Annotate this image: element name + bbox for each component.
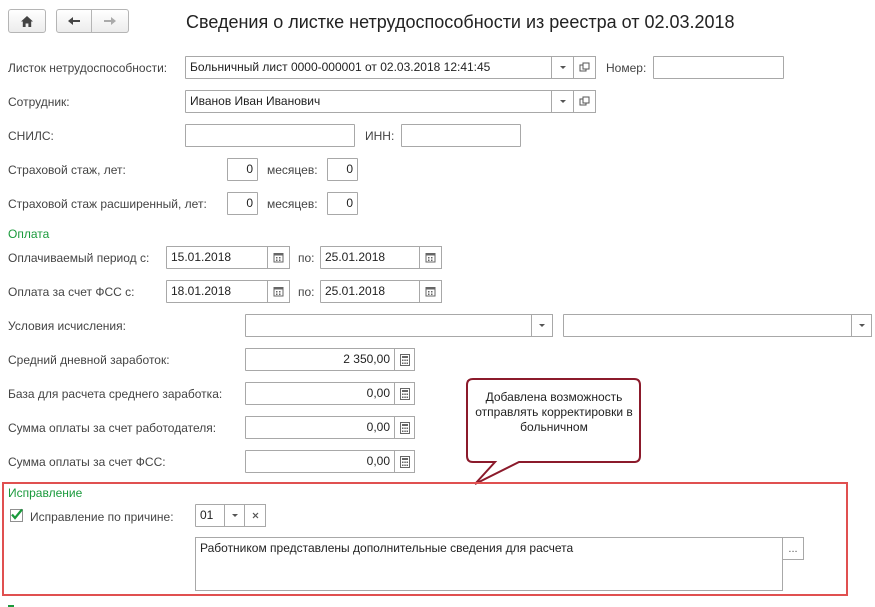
calculator-icon — [399, 353, 410, 366]
fss-payment-from-field[interactable]: 18.01.2018 — [166, 280, 268, 303]
correction-section-title: Исправление — [8, 486, 83, 500]
insurance-ext-years-label: Страховой стаж расширенный, лет: — [8, 197, 207, 211]
sick-leave-open-button[interactable] — [573, 56, 596, 79]
next-section-edge — [8, 602, 14, 607]
calculator-icon — [399, 421, 410, 434]
fss-payment-to-field[interactable]: 25.01.2018 — [320, 280, 420, 303]
employee-dropdown-button[interactable] — [551, 90, 574, 113]
calendar-icon — [273, 287, 284, 297]
insurance-ext-months-field[interactable]: 0 — [327, 192, 358, 215]
fss-payment-to-calendar-button[interactable] — [419, 280, 442, 303]
paid-period-to-field[interactable]: 25.01.2018 — [320, 246, 420, 269]
chevron-down-icon — [559, 100, 566, 103]
insurance-ext-years-field[interactable]: 0 — [227, 192, 258, 215]
home-button[interactable] — [8, 9, 46, 33]
correction-reason-clear-button[interactable] — [244, 504, 266, 527]
inn-label: ИНН: — [365, 129, 395, 143]
avg-base-field[interactable]: 0,00 — [245, 382, 395, 405]
correction-checkbox-label: Исправление по причине: — [30, 510, 174, 524]
sick-leave-dropdown-button[interactable] — [551, 56, 574, 79]
fss-sum-calculator-button[interactable] — [394, 450, 415, 473]
insurance-months-field[interactable]: 0 — [327, 158, 358, 181]
calendar-icon — [273, 253, 284, 263]
snils-field[interactable] — [185, 124, 355, 147]
avg-daily-label: Средний дневной заработок: — [8, 353, 170, 367]
calculator-icon — [399, 387, 410, 400]
forward-button[interactable] — [91, 9, 129, 33]
paid-period-to-label: по: — [298, 251, 315, 265]
close-icon — [252, 512, 258, 519]
paid-period-from-calendar-button[interactable] — [267, 246, 290, 269]
insurance-years-label: Страховой стаж, лет: — [8, 163, 126, 177]
fss-payment-to-label: по: — [298, 285, 315, 299]
fss-sum-label: Сумма оплаты за счет ФСС: — [8, 455, 166, 469]
callout-text: Добавлена возможность отправлять коррект… — [475, 390, 633, 434]
employer-sum-calculator-button[interactable] — [394, 416, 415, 439]
correction-checkbox[interactable] — [10, 508, 23, 522]
chevron-down-icon — [539, 324, 545, 327]
sick-leave-label: Листок нетрудоспособности: — [8, 61, 168, 75]
calc-conditions-dropdown-1[interactable] — [531, 314, 553, 337]
inn-field[interactable] — [401, 124, 521, 147]
paid-period-to-calendar-button[interactable] — [419, 246, 442, 269]
correction-reason-text-field[interactable]: Работником представлены дополнительные с… — [195, 537, 783, 591]
calc-conditions-field-1[interactable] — [245, 314, 532, 337]
avg-base-calculator-button[interactable] — [394, 382, 415, 405]
employer-sum-label: Сумма оплаты за счет работодателя: — [8, 421, 217, 435]
employee-field[interactable]: Иванов Иван Иванович — [185, 90, 552, 113]
payment-section-title: Оплата — [8, 227, 50, 241]
arrow-left-icon — [68, 17, 80, 25]
number-label: Номер: — [606, 61, 647, 75]
insurance-months-label: месяцев: — [267, 163, 318, 177]
insurance-ext-months-label: месяцев: — [267, 197, 318, 211]
paid-period-from-field[interactable]: 15.01.2018 — [166, 246, 268, 269]
correction-reason-select-button[interactable]: ... — [782, 537, 804, 560]
employer-sum-field[interactable]: 0,00 — [245, 416, 395, 439]
calc-conditions-label: Условия исчисления: — [8, 319, 126, 333]
fss-sum-field[interactable]: 0,00 — [245, 450, 395, 473]
chevron-down-icon — [559, 66, 566, 69]
calculator-icon — [399, 455, 410, 468]
number-field[interactable] — [653, 56, 784, 79]
chevron-down-icon — [858, 324, 865, 327]
calc-conditions-dropdown-2[interactable] — [851, 314, 872, 337]
calc-conditions-field-2[interactable] — [563, 314, 852, 337]
snils-label: СНИЛС: — [8, 129, 54, 143]
insurance-years-field[interactable]: 0 — [227, 158, 258, 181]
open-icon — [579, 62, 590, 72]
chevron-down-icon — [231, 514, 238, 517]
checkmark-icon — [11, 508, 23, 520]
avg-base-label: База для расчета среднего заработка: — [8, 387, 223, 401]
home-icon — [21, 15, 33, 27]
paid-period-label: Оплачиваемый период с: — [8, 251, 150, 265]
page-title: Сведения о листке нетрудоспособности из … — [186, 12, 735, 32]
arrow-right-icon — [104, 17, 116, 25]
correction-reason-dropdown-button[interactable] — [224, 504, 245, 527]
back-button[interactable] — [56, 9, 92, 33]
employee-open-button[interactable] — [573, 90, 596, 113]
open-icon — [579, 96, 590, 106]
avg-daily-field[interactable]: 2 350,00 — [245, 348, 395, 371]
calendar-icon — [425, 287, 436, 297]
fss-payment-from-calendar-button[interactable] — [267, 280, 290, 303]
employee-label: Сотрудник: — [8, 95, 70, 109]
fss-payment-label: Оплата за счет ФСС с: — [8, 285, 135, 299]
correction-reason-code-field[interactable]: 01 — [195, 504, 225, 527]
avg-daily-calculator-button[interactable] — [394, 348, 415, 371]
sick-leave-field[interactable]: Больничный лист 0000-000001 от 02.03.201… — [185, 56, 552, 79]
calendar-icon — [425, 253, 436, 263]
